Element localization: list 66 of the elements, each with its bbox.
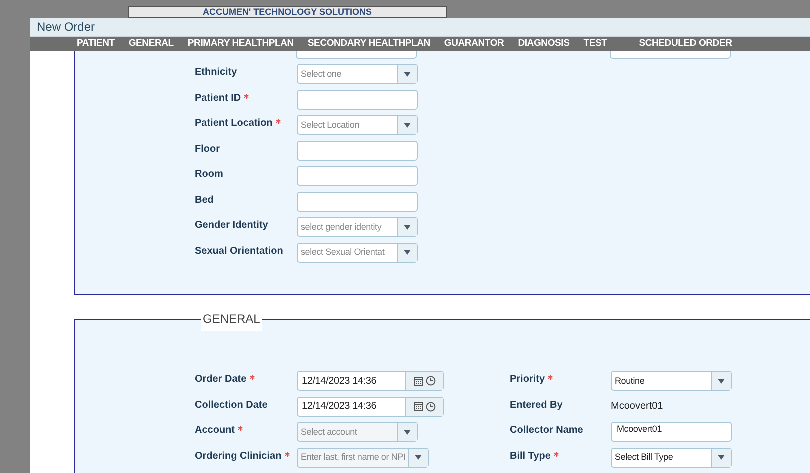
section-tab[interactable]: DIAGNOSIS [518, 37, 570, 52]
caret-down-icon [404, 72, 411, 77]
dropdown-field[interactable]: select Sexual Orientat [297, 242, 418, 263]
dropdown-field[interactable] [610, 51, 731, 60]
caret-down-icon [404, 430, 411, 435]
calendar-icon[interactable] [414, 376, 422, 386]
input-field[interactable] [297, 90, 418, 110]
field-value: Mcoovert01 [611, 400, 664, 414]
input-field[interactable] [297, 166, 418, 186]
dropdown-field[interactable]: select gender identity [297, 217, 418, 238]
caret-down-icon [404, 250, 411, 256]
input-value: Mcoovert01 [617, 423, 662, 436]
field-label: Bed [195, 194, 214, 208]
field-label: Patient ID [195, 92, 242, 106]
caret-down-icon [718, 378, 725, 384]
input-field[interactable]: Mcoovert01 [611, 422, 732, 442]
field-label: Collection Date [195, 398, 268, 413]
section-tab[interactable]: TEST [584, 37, 608, 52]
caret-down-icon [404, 122, 411, 128]
caret-down-icon [718, 455, 725, 460]
field-label: Floor [195, 142, 220, 157]
dropdown-placeholder: select Sexual Orientat [301, 246, 385, 259]
section-tab[interactable]: PATIENT [77, 37, 115, 52]
field-label: Entered By [510, 398, 563, 413]
field-label: Ethnicity [195, 66, 238, 80]
field-label: Ordering Clinician [195, 450, 282, 464]
section-tab[interactable]: GENERAL [128, 37, 174, 52]
dropdown-placeholder: select gender identity [301, 220, 382, 234]
banner-title: ACCUMEN' TECHNOLOGY SOLUTIONS [203, 8, 372, 16]
section-tab[interactable]: SECONDARY HEALTHPLAN [308, 37, 430, 52]
dropdown-placeholder: Select one [301, 68, 342, 80]
section-tab[interactable]: PRIMARY HEALTHPLAN [188, 37, 294, 52]
date-time-field[interactable]: 12/14/2023 14:36 [297, 396, 444, 417]
caret-down-icon [404, 224, 411, 230]
dropdown-placeholder: Enter last, first name or NPI [301, 451, 406, 464]
field-label: Gender Identity [195, 219, 268, 234]
dropdown-field[interactable]: Select Bill Type [611, 448, 732, 468]
dropdown-field[interactable]: Select Location [297, 115, 418, 136]
clock-icon[interactable] [426, 376, 436, 386]
field-label: Bill Type [510, 450, 551, 464]
section-tab[interactable]: GUARANTOR [444, 37, 504, 52]
dropdown-placeholder: Select account [301, 426, 358, 438]
field-label: Order Date [195, 373, 247, 388]
field-label: Sexual Orientation [195, 244, 284, 259]
dropdown-placeholder: Select Location [301, 118, 360, 132]
dropdown-field[interactable]: Routine [611, 371, 732, 392]
dropdown-field[interactable]: Select one [297, 64, 418, 84]
dropdown-value: Select Bill Type [615, 451, 674, 464]
field-label: Collector Name [510, 424, 584, 438]
caret-down-icon [414, 455, 422, 460]
date-time-value: 12/14/2023 14:36 [301, 400, 378, 414]
date-time-field[interactable]: 12/14/2023 14:36 [297, 371, 444, 392]
field-label: Account [195, 424, 235, 438]
field-label: Patient Location [195, 117, 273, 132]
dropdown-value: Routine [615, 374, 645, 388]
window-title: New Order [37, 19, 96, 36]
clock-icon[interactable] [426, 402, 436, 412]
field-label: Room [195, 168, 224, 182]
input-field[interactable] [297, 192, 418, 212]
calendar-icon[interactable] [414, 402, 422, 412]
section-title: GENERAL [203, 312, 260, 326]
section-tab[interactable]: SCHEDULED ORDER [639, 37, 732, 52]
field-label: Priority [510, 373, 546, 388]
input-field[interactable] [296, 51, 417, 60]
date-time-value: 12/14/2023 14:36 [301, 374, 378, 389]
input-field[interactable] [297, 140, 418, 161]
